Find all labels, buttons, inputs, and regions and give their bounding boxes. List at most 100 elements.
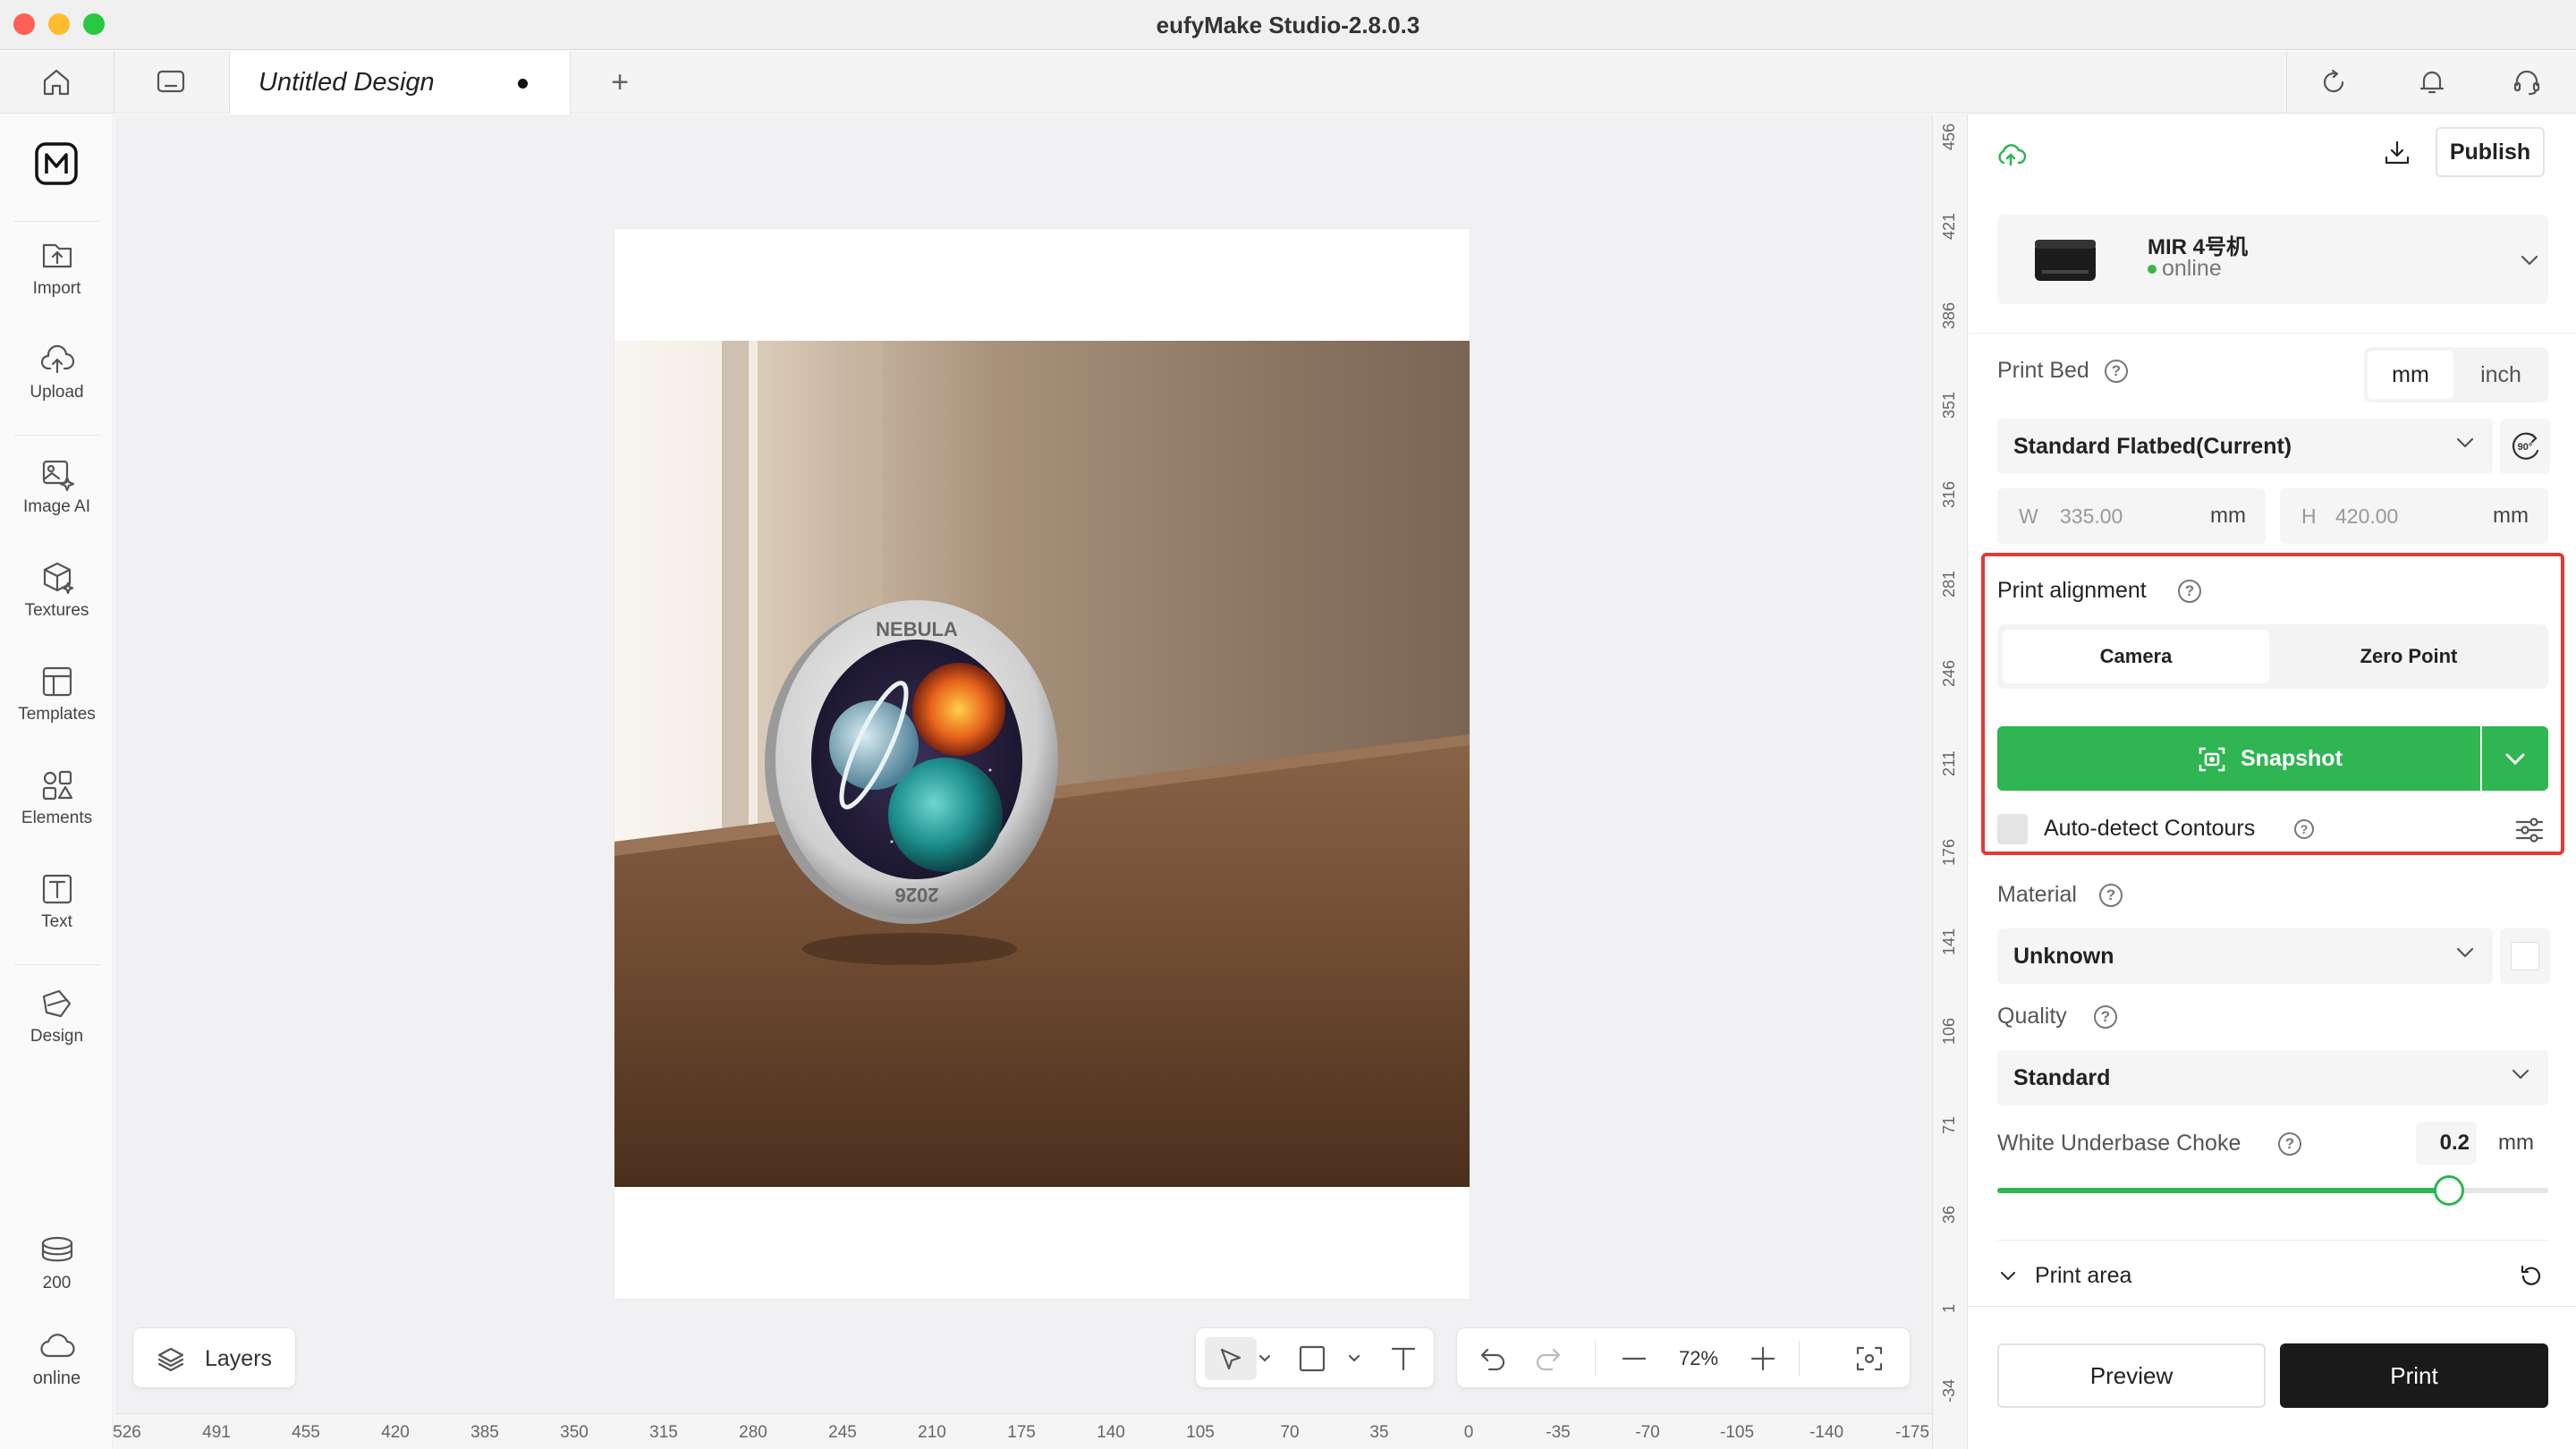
snapshot-options-button[interactable] [2482, 726, 2548, 791]
help-icon[interactable]: ? [2099, 884, 2123, 907]
fit-to-screen-icon[interactable] [1854, 1344, 1885, 1373]
cloud-icon [39, 1334, 75, 1358]
horizontal-ruler: 526 491 455 420 385 350 315 280 245 210 … [113, 1413, 1932, 1449]
zoom-out-icon[interactable] [1620, 1352, 1648, 1366]
connection-status-label: online [32, 1368, 81, 1388]
redo-icon[interactable] [1534, 1346, 1563, 1371]
messages-button[interactable] [140, 51, 202, 114]
window-title: eufyMake Studio-2.8.0.3 [1156, 12, 1420, 38]
ruler-tick: 140 [1097, 1423, 1125, 1442]
chevron-down-icon[interactable] [1999, 1270, 2017, 1283]
settings-sliders-icon[interactable] [2514, 816, 2545, 844]
unsaved-indicator [518, 79, 528, 89]
sidebar-item-text[interactable]: Text [0, 871, 114, 961]
publish-button[interactable]: Publish [2436, 127, 2545, 177]
print-area-label[interactable]: Print area [2035, 1263, 2131, 1289]
sidebar-item-templates[interactable]: Templates [0, 664, 114, 753]
app-logo[interactable] [34, 141, 79, 186]
layers-label: Layers [205, 1346, 273, 1371]
chevron-down-icon[interactable] [1348, 1353, 1360, 1364]
mode-zero-point[interactable]: Zero Point [2275, 630, 2543, 683]
help-icon[interactable]: ? [2294, 819, 2314, 839]
select-tool-button[interactable] [1205, 1337, 1257, 1380]
help-icon[interactable]: ? [2094, 1005, 2117, 1029]
choke-slider[interactable] [1997, 1175, 2548, 1206]
help-icon[interactable]: ? [2278, 1132, 2301, 1156]
coins-icon [41, 1236, 72, 1262]
left-sidebar: Import Upload Image AI Textures Template… [0, 114, 114, 1449]
unit-mm[interactable]: mm [2368, 351, 2453, 399]
rectangle-tool-icon[interactable] [1298, 1344, 1326, 1373]
ruler-tick: 386 [1940, 301, 1958, 329]
rotate-90-icon: 90° [2512, 432, 2539, 460]
print-bed-select[interactable]: Standard Flatbed(Current) [1997, 419, 2493, 474]
download-icon[interactable] [2382, 138, 2412, 168]
height-unit: mm [2493, 504, 2529, 528]
material-select[interactable]: Unknown [1997, 928, 2493, 984]
undo-icon[interactable] [1479, 1346, 1507, 1371]
snapshot-button[interactable]: Snapshot [1997, 726, 2480, 791]
connection-status[interactable]: online [0, 1327, 114, 1417]
choke-slider-handle[interactable] [2434, 1175, 2465, 1206]
color-swatch [2511, 942, 2539, 970]
ruler-tick: 351 [1940, 391, 1958, 419]
help-icon[interactable]: ? [2178, 580, 2201, 603]
sidebar-item-textures[interactable]: Textures [0, 560, 114, 649]
chevron-down-icon[interactable] [1258, 1353, 1271, 1364]
support-button[interactable] [2496, 51, 2558, 114]
view-toolbar: 72% [1456, 1327, 1911, 1388]
sidebar-item-image-ai[interactable]: Image AI [0, 456, 114, 546]
height-field[interactable]: H 420.00 mm [2280, 488, 2548, 544]
placed-coin-photo[interactable]: NEBULA 2026 [614, 341, 1470, 1187]
height-value: 420.00 [2335, 504, 2399, 528]
new-tab-button[interactable]: + [589, 51, 651, 114]
device-selector[interactable]: MIR 4号机 online [1997, 215, 2548, 304]
material-color-button[interactable] [2500, 928, 2550, 984]
tab-untitled-design[interactable]: Untitled Design [229, 51, 571, 114]
document-title: Untitled Design [258, 68, 435, 97]
vertical-ruler: 456 421 386 351 316 281 246 211 176 141 … [1932, 114, 1968, 1449]
coin-text-year: 2026 [895, 884, 939, 906]
auto-detect-checkbox[interactable] [1997, 814, 2028, 844]
camera-capture-icon [2199, 747, 2225, 772]
sidebar-label-elements: Elements [21, 809, 93, 827]
sync-button[interactable] [2302, 51, 2365, 114]
unit-inch[interactable]: inch [2457, 351, 2545, 399]
width-field[interactable]: W 335.00 mm [1997, 488, 2266, 544]
material-value: Unknown [2013, 944, 2114, 969]
sidebar-item-elements[interactable]: Elements [0, 767, 114, 857]
rotate-bed-button[interactable]: 90° [2500, 419, 2550, 474]
choke-value-input[interactable]: 0.2 [2416, 1122, 2477, 1165]
quality-value: Standard [2013, 1065, 2111, 1090]
text-tool-icon[interactable] [1389, 1344, 1418, 1373]
zoom-in-icon[interactable] [1749, 1344, 1777, 1373]
sidebar-item-design[interactable]: Design [0, 986, 114, 1075]
width-unit: mm [2210, 504, 2246, 528]
plus-icon: + [611, 64, 629, 99]
monitor-icon [157, 70, 185, 93]
ruler-tick: 36 [1940, 1205, 1958, 1224]
tab-bar: Untitled Design + [0, 51, 2576, 114]
sidebar-item-upload[interactable]: Upload [0, 342, 114, 431]
sidebar-item-import[interactable]: Import [0, 238, 114, 327]
ruler-tick: -105 [1719, 1423, 1755, 1442]
notifications-button[interactable] [2401, 51, 2463, 114]
credits-indicator[interactable]: 200 [0, 1233, 114, 1322]
preview-button[interactable]: Preview [1997, 1343, 2266, 1408]
coin-text-nebula: NEBULA [876, 618, 958, 640]
print-button[interactable]: Print [2280, 1343, 2548, 1408]
ruler-tick: -35 [1546, 1423, 1571, 1442]
help-icon[interactable]: ? [2105, 360, 2128, 383]
sidebar-label-import: Import [32, 279, 81, 298]
mode-camera[interactable]: Camera [2003, 630, 2269, 683]
zoom-level[interactable]: 72% [1665, 1328, 1733, 1389]
quality-select[interactable]: Standard [1997, 1050, 2548, 1106]
home-button[interactable] [25, 51, 88, 114]
ruler-tick: 176 [1940, 838, 1958, 866]
textures-cube-icon [43, 562, 73, 595]
cloud-sync-icon[interactable] [1996, 141, 2026, 168]
layers-button[interactable]: Layers [132, 1327, 296, 1388]
print-settings-panel: Publish MIR 4号机 online Print Bed ? mm in… [1969, 114, 2576, 1449]
reset-icon[interactable] [2518, 1263, 2545, 1290]
ruler-tick: 491 [202, 1423, 231, 1442]
